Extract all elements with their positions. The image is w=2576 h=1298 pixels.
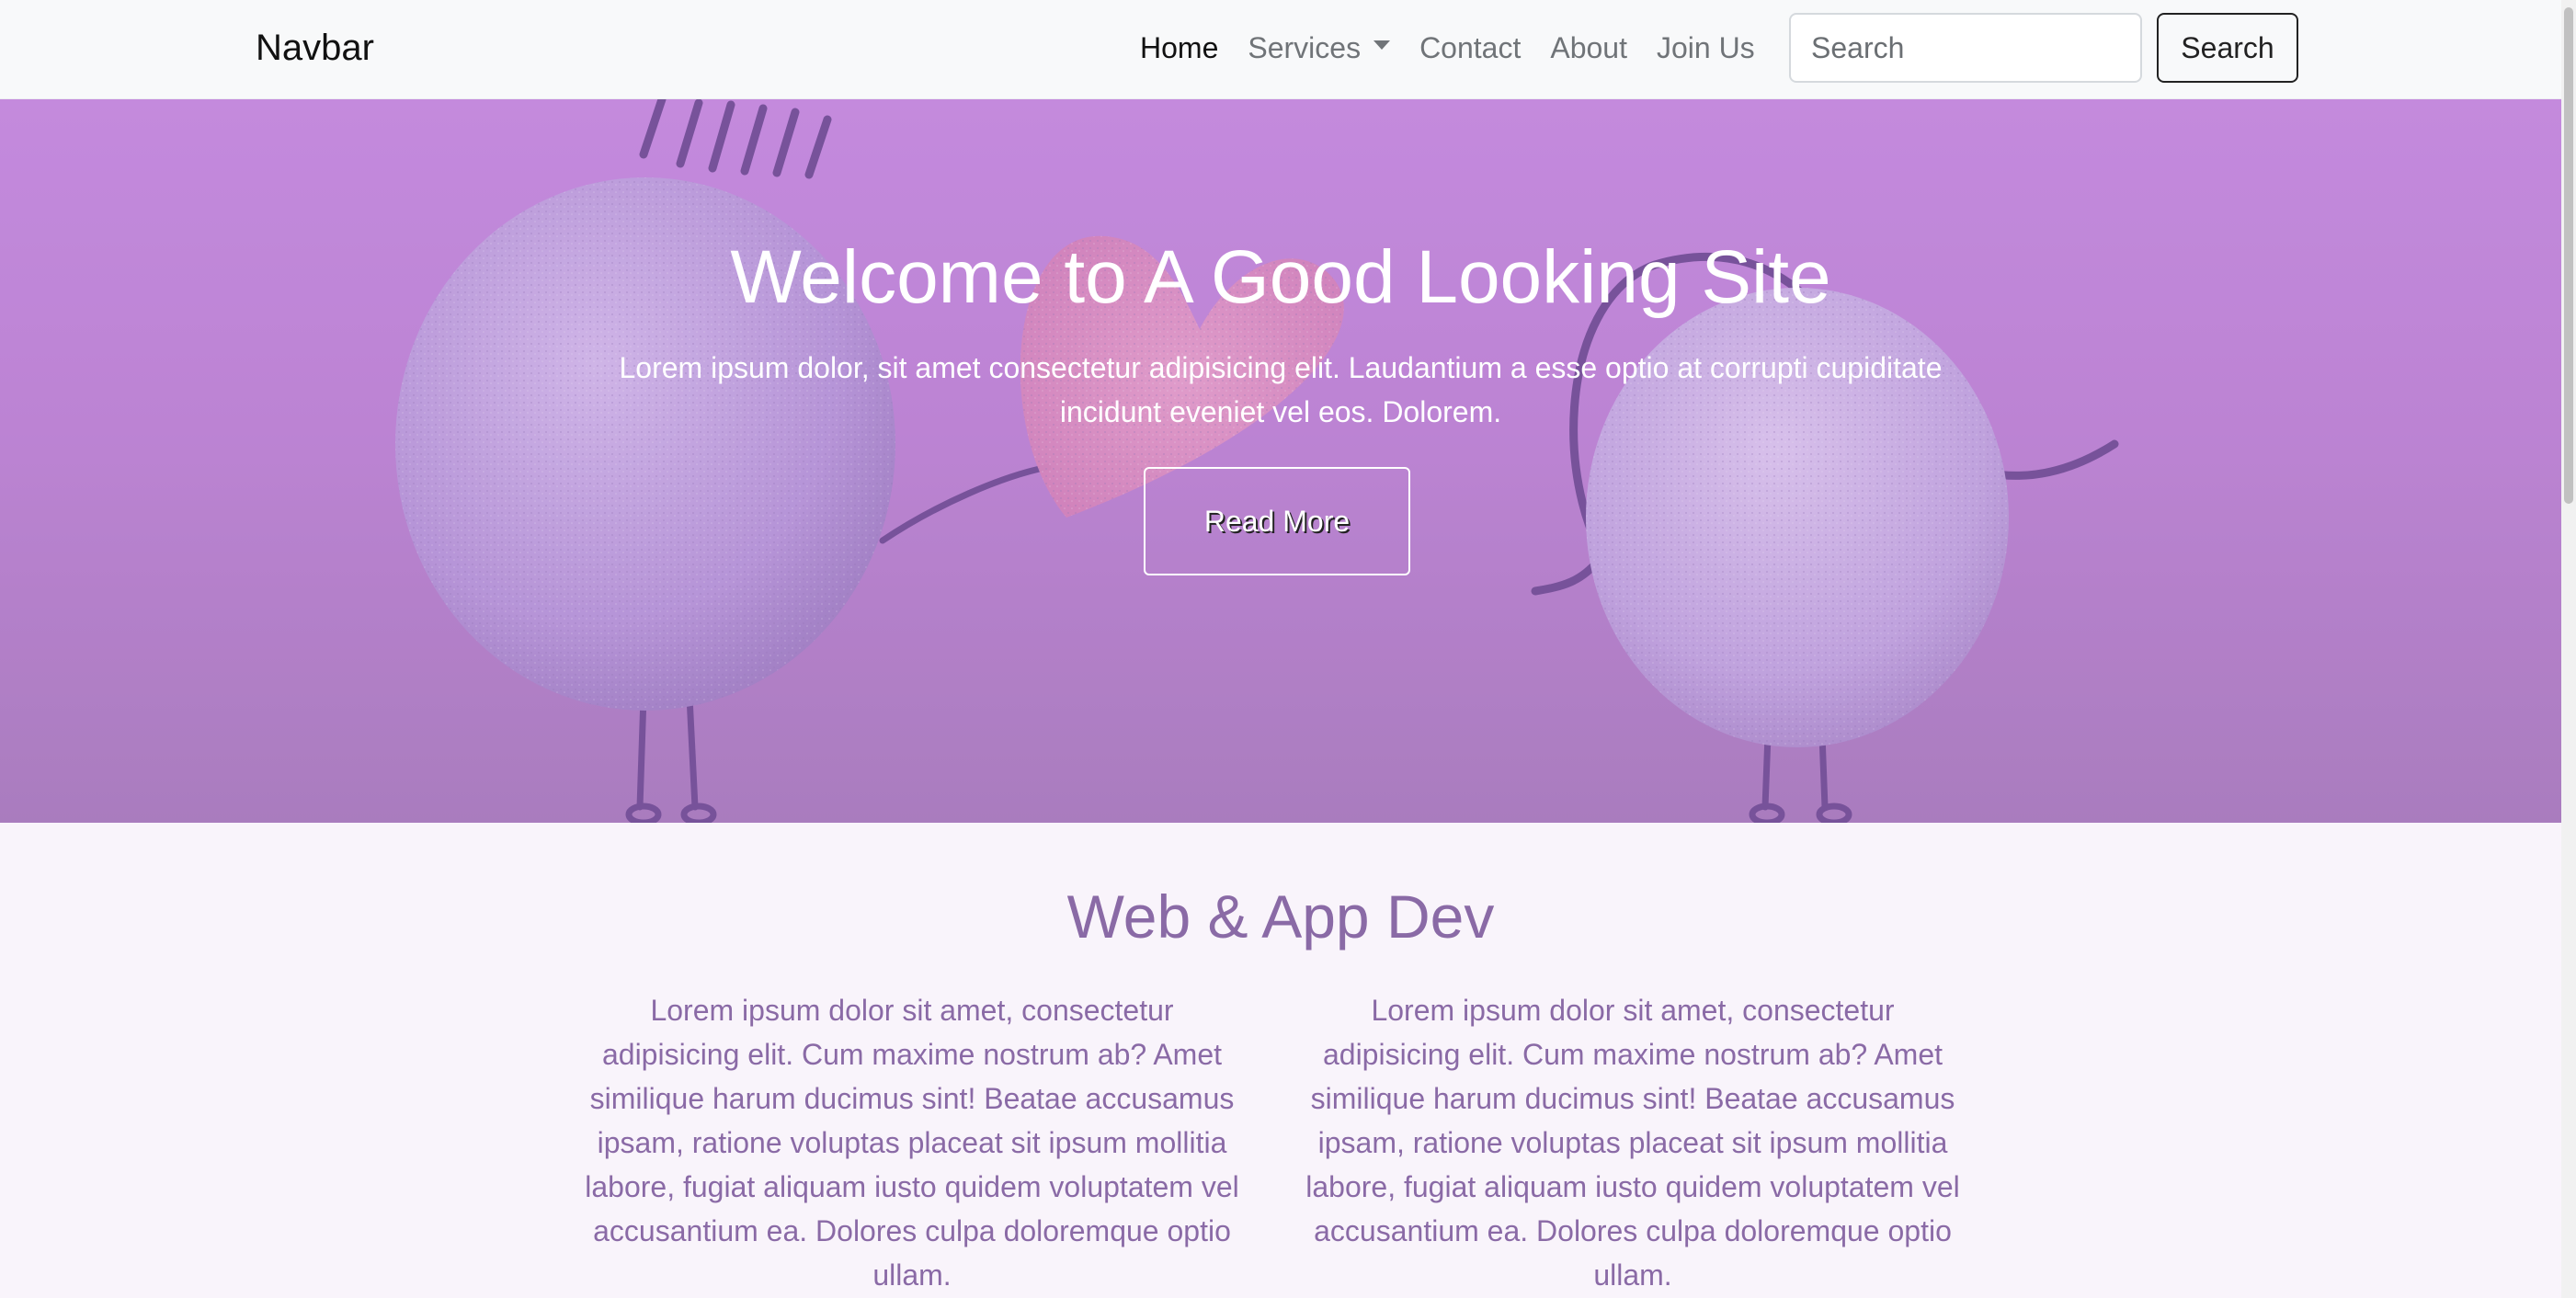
content-column-left: Lorem ipsum dolor sit amet, consectetur … [585, 994, 1239, 1292]
nav-link-join-us[interactable]: Join Us [1657, 24, 1755, 72]
scrollbar-thumb[interactable] [2564, 7, 2573, 504]
content-column-right: Lorem ipsum dolor sit amet, consectetur … [1305, 994, 1960, 1292]
hero-banner: Welcome to A Good Looking Site Lorem ips… [0, 99, 2561, 823]
section-title: Web & App Dev [1066, 882, 1495, 951]
nav-link-contact[interactable]: Contact [1419, 24, 1521, 72]
nav-link-about[interactable]: About [1550, 24, 1627, 72]
nav-link-label: Join Us [1656, 31, 1755, 64]
navbar-brand[interactable]: Navbar [256, 22, 374, 74]
nav-link-label: Contact [1419, 31, 1522, 64]
content-section: Web & App Dev Lorem ipsum dolor sit amet… [0, 823, 2561, 1298]
read-more-button[interactable]: Read More [1144, 467, 1410, 575]
nav-link-label: About [1550, 31, 1627, 64]
nav-links: Home Services Contact About Join Us [1140, 24, 1784, 72]
hero-background-illustration [0, 99, 2561, 823]
search-button[interactable]: Search [2157, 13, 2298, 83]
nav-link-label: Home [1140, 31, 1219, 64]
navbar: Navbar Home Services Contact About Join … [0, 0, 2561, 99]
hero-title: Welcome to A Good Looking Site [730, 235, 1831, 319]
vertical-scrollbar[interactable] [2561, 0, 2576, 1298]
nav-link-label: Services [1248, 31, 1362, 64]
caret-down-icon [1373, 40, 1391, 50]
nav-link-home[interactable]: Home [1140, 24, 1218, 72]
hero-description: Lorem ipsum dolor, sit amet consectetur … [619, 351, 1943, 428]
nav-link-services[interactable]: Services [1248, 24, 1391, 72]
search-input[interactable] [1789, 13, 2142, 83]
